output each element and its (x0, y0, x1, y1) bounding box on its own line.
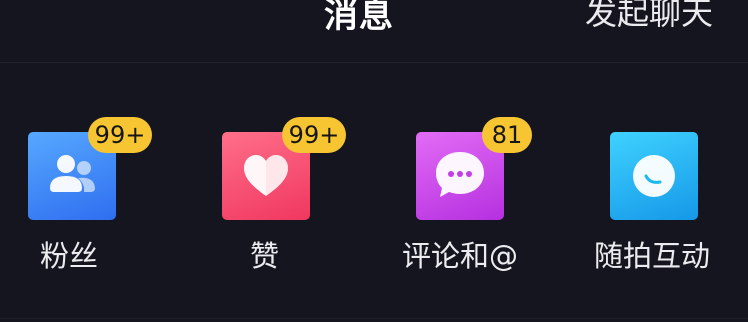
comments-badge: 81 (482, 117, 532, 153)
snapshot-icon[interactable] (610, 132, 698, 220)
likes-label: 赞 (250, 239, 280, 273)
comments-label: 评论和@ (402, 239, 519, 273)
start-chat-button[interactable]: 发起聊天 (585, 0, 713, 34)
likes-badge: 99+ (282, 117, 346, 153)
header: 消息 发起聊天 (0, 0, 748, 63)
messages-screen: 消息 发起聊天 99+ 粉丝 99+ 赞 81 评论和@ 随拍互动 (0, 0, 748, 322)
divider (0, 318, 748, 319)
snapshot-label: 随拍互动 (594, 239, 711, 273)
fans-label: 粉丝 (40, 239, 99, 273)
fans-badge: 99+ (88, 117, 152, 153)
page-title: 消息 (324, 0, 394, 36)
